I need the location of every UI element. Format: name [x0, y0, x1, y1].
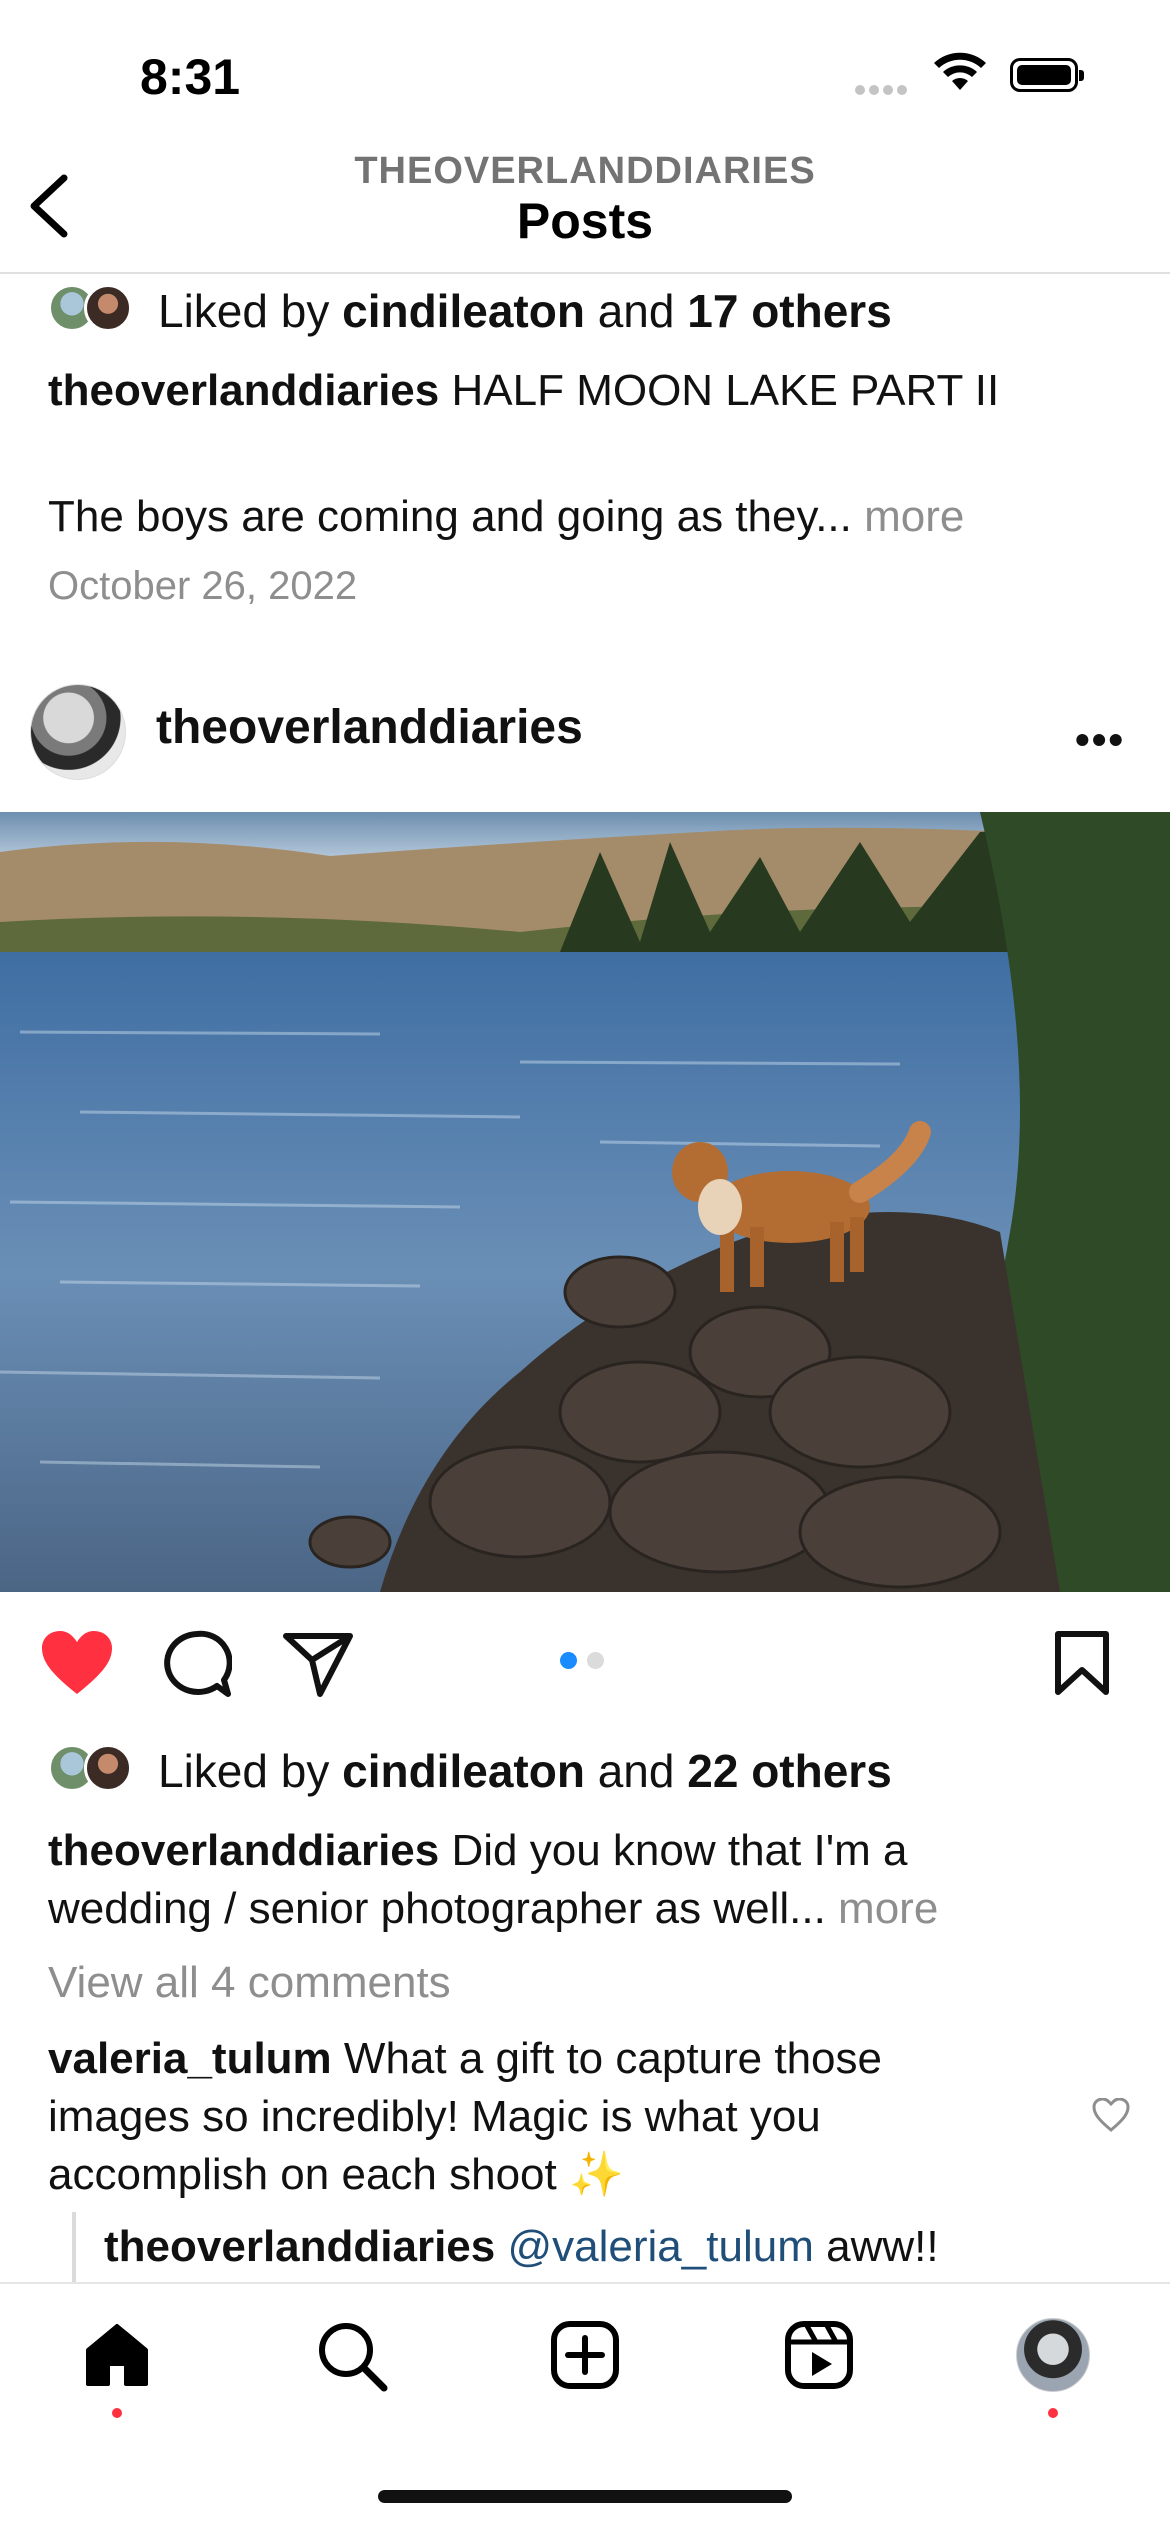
tab-bar-divider — [0, 2282, 1170, 2284]
comment-icon — [164, 1630, 233, 1697]
avatar — [84, 284, 132, 332]
heart-filled-icon — [42, 1631, 112, 1694]
comment-username[interactable]: valeria_tulum — [48, 2034, 332, 2083]
home-badge-dot — [112, 2408, 122, 2418]
carousel-dot-active — [560, 1652, 577, 1669]
like-button[interactable] — [40, 1630, 114, 1701]
view-comments-link[interactable]: View all 4 comments — [48, 1954, 451, 2012]
comment-button[interactable] — [162, 1630, 233, 1705]
caption: theoverlanddiaries Did you know that I'm… — [48, 1826, 939, 1933]
cellular-signal-icon — [855, 82, 911, 100]
nav-subtitle: THEOVERLANDDIARIES — [354, 150, 816, 192]
tab-reels[interactable] — [784, 2320, 854, 2395]
page-title: Posts — [516, 193, 654, 249]
post-photo[interactable] — [0, 812, 1170, 1592]
liker-avatars[interactable] — [48, 284, 132, 332]
likes-summary[interactable]: Liked by cindileaton and 17 others — [158, 284, 892, 338]
caption-line: The boys are coming and going as they...… — [48, 492, 965, 541]
avatar[interactable] — [30, 684, 126, 780]
avatar — [84, 1744, 132, 1792]
save-button[interactable] — [1052, 1630, 1112, 1701]
search-icon — [319, 2323, 388, 2392]
liker-username: cindileaton — [342, 1745, 585, 1797]
carousel-indicator — [560, 1652, 614, 1674]
lake-dog-image — [0, 812, 1170, 1592]
bookmark-icon — [1055, 1631, 1109, 1695]
home-icon — [86, 2324, 148, 2386]
mention-link[interactable]: @valeria_tulum — [508, 2222, 814, 2271]
more-link[interactable]: more — [838, 1884, 938, 1933]
reply-thread-line — [72, 2212, 76, 2282]
caption-username[interactable]: theoverlanddiaries — [48, 366, 439, 415]
caption-username[interactable]: theoverlanddiaries — [48, 1826, 439, 1875]
wifi-icon — [932, 50, 988, 97]
paper-plane-icon — [283, 1633, 353, 1697]
more-options-icon[interactable]: ••• — [1075, 716, 1125, 764]
comment-like-button[interactable] — [1092, 2097, 1130, 2137]
reels-icon — [785, 2321, 853, 2389]
caption: theoverlanddiaries HALF MOON LAKE PART I… — [48, 366, 1000, 415]
nav-divider — [0, 272, 1170, 274]
liker-username: cindileaton — [342, 285, 585, 337]
plus-square-icon — [551, 2321, 619, 2389]
home-indicator — [378, 2490, 792, 2503]
likes-summary[interactable]: Liked by cindileaton and 22 others — [158, 1744, 892, 1798]
post-date: October 26, 2022 — [48, 564, 358, 608]
comment: valeria_tulum What a gift to capture tho… — [48, 2034, 882, 2199]
tab-profile-avatar[interactable] — [1016, 2318, 1090, 2392]
liker-avatars[interactable] — [48, 1744, 132, 1792]
profile-badge-dot — [1048, 2408, 1058, 2418]
share-button[interactable] — [282, 1630, 354, 1703]
likes-count: 22 others — [687, 1745, 892, 1797]
likes-count: 17 others — [687, 285, 892, 337]
tab-search[interactable] — [316, 2320, 388, 2397]
more-link[interactable]: more — [864, 492, 964, 541]
tab-home[interactable] — [82, 2320, 152, 2395]
reply: theoverlanddiaries @valeria_tulum aww!! — [104, 2222, 939, 2271]
carousel-dot — [587, 1652, 604, 1669]
tab-create[interactable] — [550, 2320, 620, 2395]
reply-username[interactable]: theoverlanddiaries — [104, 2222, 495, 2271]
heart-outline-icon — [1092, 2097, 1130, 2132]
battery-icon — [1010, 58, 1084, 92]
status-time: 8:31 — [140, 49, 241, 105]
post-username[interactable]: theoverlanddiaries — [156, 700, 583, 755]
